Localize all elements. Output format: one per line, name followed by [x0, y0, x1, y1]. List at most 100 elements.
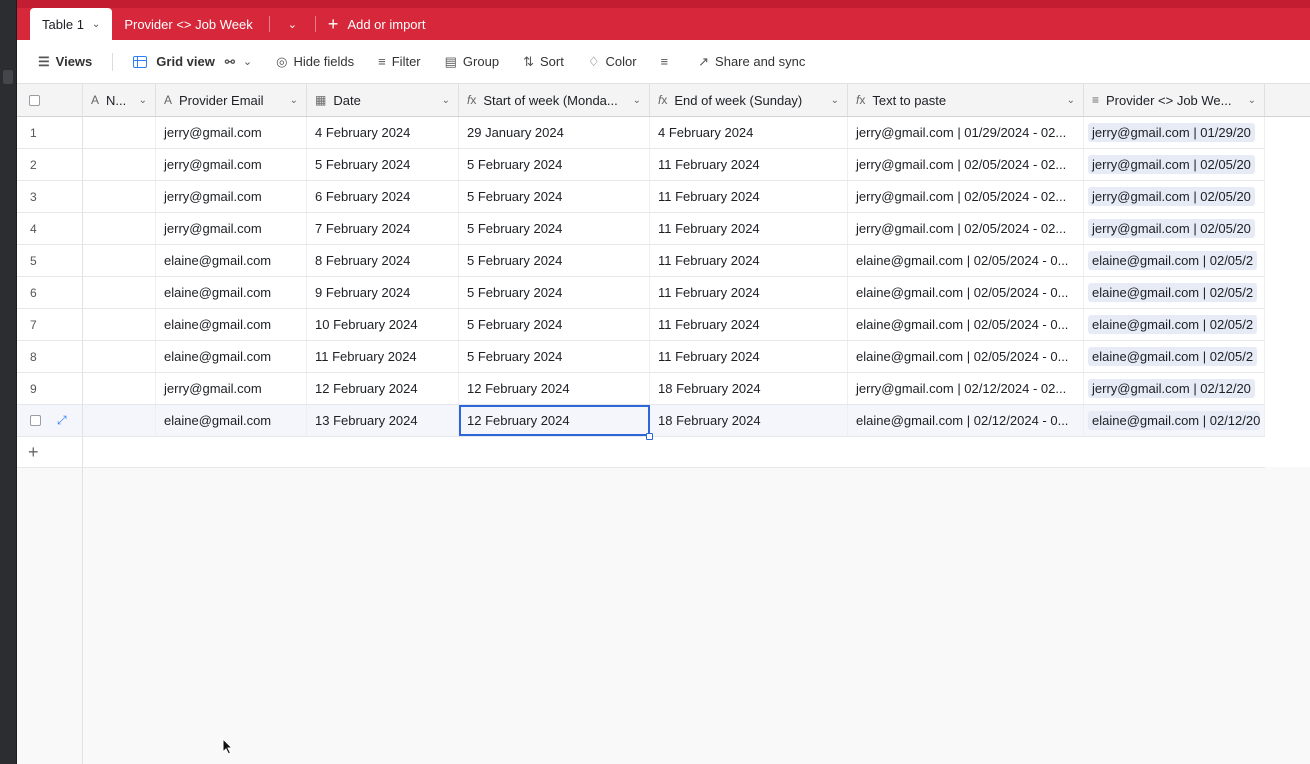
row-checkbox[interactable]	[30, 415, 41, 426]
cell-provider-job-week[interactable]: jerry@gmail.com | 01/29/20	[1084, 117, 1265, 148]
cell-text-to-paste[interactable]: jerry@gmail.com | 02/05/2024 - 02...	[848, 181, 1084, 212]
cell-date[interactable]: 8 February 2024	[307, 245, 459, 276]
column-header-end-of-week[interactable]: fx End of week (Sunday) ⌄	[650, 84, 848, 116]
cell-provider-email[interactable]: jerry@gmail.com	[156, 149, 307, 180]
row-height-button[interactable]: ≡	[661, 54, 675, 69]
cell-text-to-paste[interactable]: elaine@gmail.com | 02/05/2024 - 0...	[848, 245, 1084, 276]
chevron-down-icon[interactable]: ⌄	[831, 95, 839, 106]
column-header-name[interactable]: A N... ⌄	[83, 84, 156, 116]
cell-start-of-week[interactable]: 5 February 2024	[459, 149, 650, 180]
cell-end-of-week[interactable]: 18 February 2024	[650, 405, 848, 436]
cell-provider-job-week[interactable]: elaine@gmail.com | 02/05/2	[1084, 341, 1265, 372]
share-sync-button[interactable]: ↗ Share and sync	[698, 54, 805, 70]
column-header-date[interactable]: ▦ Date ⌄	[307, 84, 459, 116]
cell-name[interactable]	[83, 117, 156, 148]
table-row[interactable]: 4 jerry@gmail.com 7 February 2024 5 Febr…	[17, 213, 1265, 245]
cell-date[interactable]: 7 February 2024	[307, 213, 459, 244]
table-row[interactable]: 3 jerry@gmail.com 6 February 2024 5 Febr…	[17, 181, 1265, 213]
cell-text-to-paste[interactable]: jerry@gmail.com | 02/05/2024 - 02...	[848, 149, 1084, 180]
cell-name[interactable]	[83, 245, 156, 276]
cell-provider-email[interactable]: elaine@gmail.com	[156, 341, 307, 372]
cell-text-to-paste[interactable]: elaine@gmail.com | 02/05/2024 - 0...	[848, 277, 1084, 308]
cell-provider-job-week[interactable]: jerry@gmail.com | 02/05/20	[1084, 213, 1265, 244]
cell-date[interactable]: 6 February 2024	[307, 181, 459, 212]
cell-end-of-week[interactable]: 11 February 2024	[650, 245, 848, 276]
linked-record-pill[interactable]: jerry@gmail.com | 02/05/20	[1088, 187, 1255, 206]
cell-provider-email[interactable]: elaine@gmail.com	[156, 405, 307, 436]
cell-start-of-week[interactable]: 12 February 2024	[459, 373, 650, 404]
column-header-start-of-week[interactable]: fx Start of week (Monda... ⌄	[459, 84, 650, 116]
plus-icon[interactable]: +	[17, 437, 83, 467]
linked-record-pill[interactable]: jerry@gmail.com | 01/29/20	[1088, 123, 1255, 142]
table-row[interactable]: 1 jerry@gmail.com 4 February 2024 29 Jan…	[17, 117, 1265, 149]
hide-fields-button[interactable]: ◎ Hide fields	[276, 54, 354, 70]
chevron-down-icon[interactable]: ⌄	[139, 95, 147, 106]
row-select[interactable]: ⤢	[17, 405, 83, 436]
group-button[interactable]: ▤ Group	[445, 54, 499, 70]
cell-text-to-paste[interactable]: elaine@gmail.com | 02/12/2024 - 0...	[848, 405, 1084, 436]
grid-view-button[interactable]: Grid view ⚯	[133, 54, 235, 69]
add-or-import-button[interactable]: + Add or import	[320, 8, 434, 40]
tab-table-1[interactable]: Table 1 ⌄	[30, 8, 113, 40]
cell-text-to-paste[interactable]: elaine@gmail.com | 02/05/2024 - 0...	[848, 309, 1084, 340]
cell-text-to-paste[interactable]: jerry@gmail.com | 02/12/2024 - 02...	[848, 373, 1084, 404]
table-row[interactable]: ⤢ elaine@gmail.com 13 February 2024 12 F…	[17, 405, 1265, 440]
chevron-down-icon[interactable]: ⌄	[274, 8, 311, 40]
cell-name[interactable]	[83, 341, 156, 372]
cell-date[interactable]: 13 February 2024	[307, 405, 459, 436]
expand-record-icon[interactable]: ⤢	[57, 413, 67, 428]
linked-record-pill[interactable]: elaine@gmail.com | 02/05/2	[1088, 251, 1258, 270]
add-record-row[interactable]: +	[17, 437, 1265, 468]
linked-record-pill[interactable]: elaine@gmail.com | 02/12/20	[1088, 411, 1260, 430]
column-header-text-to-paste[interactable]: fx Text to paste ⌄	[848, 84, 1084, 116]
cell-provider-job-week[interactable]: elaine@gmail.com | 02/05/2	[1084, 277, 1265, 308]
select-all-checkbox[interactable]	[17, 84, 83, 116]
views-button[interactable]: ☰ Views	[38, 54, 92, 70]
cell-start-of-week[interactable]: 5 February 2024	[459, 213, 650, 244]
cell-name[interactable]	[83, 149, 156, 180]
cell-name[interactable]	[83, 181, 156, 212]
cell-provider-email[interactable]: elaine@gmail.com	[156, 309, 307, 340]
chevron-down-icon[interactable]: ⌄	[442, 95, 450, 106]
cell-start-of-week[interactable]: 5 February 2024	[459, 181, 650, 212]
linked-record-pill[interactable]: elaine@gmail.com | 02/05/2	[1088, 315, 1258, 334]
cell-end-of-week[interactable]: 11 February 2024	[650, 341, 848, 372]
chevron-down-icon[interactable]: ⌄	[243, 55, 252, 68]
cell-name[interactable]	[83, 277, 156, 308]
cell-name[interactable]	[83, 213, 156, 244]
cell-provider-email[interactable]: jerry@gmail.com	[156, 373, 307, 404]
cell-date[interactable]: 5 February 2024	[307, 149, 459, 180]
cell-end-of-week[interactable]: 11 February 2024	[650, 309, 848, 340]
chevron-down-icon[interactable]: ⌄	[92, 19, 100, 30]
cell-start-of-week[interactable]: 5 February 2024	[459, 309, 650, 340]
cell-provider-job-week[interactable]: elaine@gmail.com | 02/05/2	[1084, 309, 1265, 340]
tab-provider-job-week[interactable]: Provider <> Job Week	[112, 8, 264, 40]
chevron-down-icon[interactable]: ⌄	[633, 95, 641, 106]
cell-name[interactable]	[83, 405, 156, 436]
cell-start-of-week[interactable]: 12 February 2024	[459, 405, 653, 440]
cell-provider-email[interactable]: jerry@gmail.com	[156, 213, 307, 244]
cell-text-to-paste[interactable]: jerry@gmail.com | 02/05/2024 - 02...	[848, 213, 1084, 244]
linked-record-pill[interactable]: jerry@gmail.com | 02/12/20	[1088, 379, 1255, 398]
table-row[interactable]: 8 elaine@gmail.com 11 February 2024 5 Fe…	[17, 341, 1265, 373]
cell-provider-job-week[interactable]: elaine@gmail.com | 02/05/2	[1084, 245, 1265, 276]
cell-end-of-week[interactable]: 18 February 2024	[650, 373, 848, 404]
table-row[interactable]: 7 elaine@gmail.com 10 February 2024 5 Fe…	[17, 309, 1265, 341]
cell-provider-email[interactable]: elaine@gmail.com	[156, 277, 307, 308]
linked-record-pill[interactable]: elaine@gmail.com | 02/05/2	[1088, 283, 1258, 302]
column-header-provider-email[interactable]: A Provider Email ⌄	[156, 84, 307, 116]
cell-end-of-week[interactable]: 11 February 2024	[650, 213, 848, 244]
cell-provider-email[interactable]: jerry@gmail.com	[156, 181, 307, 212]
chevron-down-icon[interactable]: ⌄	[290, 95, 298, 106]
cell-date[interactable]: 9 February 2024	[307, 277, 459, 308]
cell-provider-job-week[interactable]: jerry@gmail.com | 02/05/20	[1084, 149, 1265, 180]
fill-handle[interactable]	[646, 433, 653, 440]
cell-end-of-week[interactable]: 11 February 2024	[650, 277, 848, 308]
cell-text-to-paste[interactable]: jerry@gmail.com | 01/29/2024 - 02...	[848, 117, 1084, 148]
cell-name[interactable]	[83, 309, 156, 340]
chevron-down-icon[interactable]: ⌄	[1067, 95, 1075, 106]
add-field-button[interactable]	[1265, 84, 1295, 116]
cell-start-of-week[interactable]: 5 February 2024	[459, 277, 650, 308]
table-row[interactable]: 6 elaine@gmail.com 9 February 2024 5 Feb…	[17, 277, 1265, 309]
linked-record-pill[interactable]: jerry@gmail.com | 02/05/20	[1088, 155, 1255, 174]
